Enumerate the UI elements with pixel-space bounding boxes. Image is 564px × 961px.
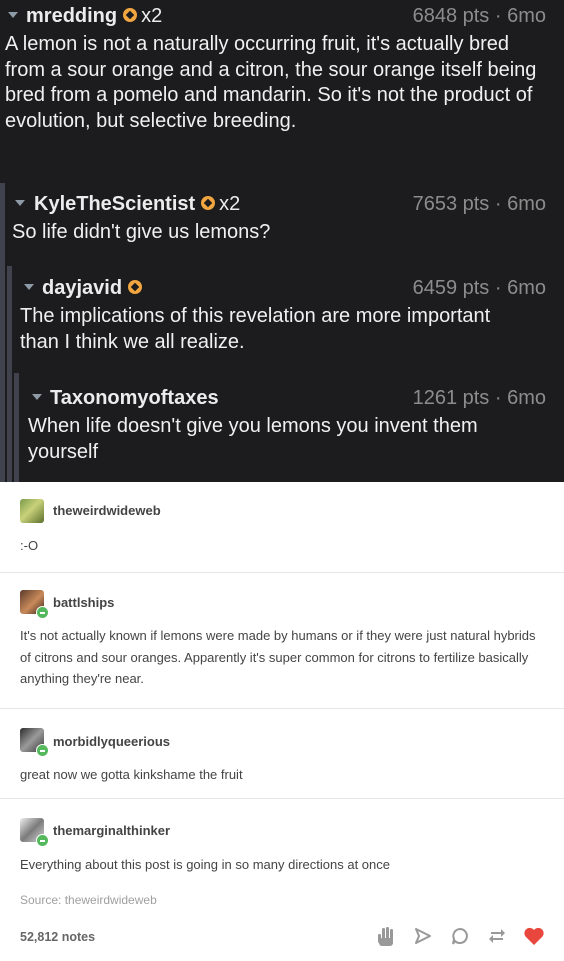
gilded-multiplier: x2 [141, 5, 163, 27]
collapse-caret-icon[interactable] [24, 284, 34, 290]
collapse-caret-icon[interactable] [32, 394, 42, 400]
collapse-caret-icon[interactable] [15, 200, 25, 206]
comment-meta: 6459 pts · 6mo [412, 277, 546, 299]
post-action-bar [374, 925, 546, 947]
reblog-entry: theweirdwideweb :-O [0, 482, 564, 572]
comment-icon[interactable] [448, 925, 472, 947]
comment-body: When life doesn't give you lemons you in… [28, 415, 478, 463]
comment-body: The implications of this revelation are … [20, 305, 491, 353]
comment-username[interactable]: mredding [26, 5, 117, 27]
send-icon[interactable] [411, 925, 435, 947]
reddit-comment-thread: mredding x2 6848 pts · 6mo A lemon is not… [0, 0, 564, 482]
reddit-comment: KyleTheScientist x2 7653 pts · 6mo So lif… [0, 190, 564, 246]
gold-badge-icon [128, 279, 143, 294]
reblog-entry: battlships It's not actually known if le… [0, 572, 564, 709]
avatar[interactable] [20, 499, 44, 523]
comment-body: So life didn't give us lemons? [12, 221, 271, 243]
comment-meta: 1261 pts · 6mo [412, 387, 546, 409]
reblog-entry: morbidlyqueerious great now we gotta kin… [0, 708, 564, 799]
reddit-comment: mredding x2 6848 pts · 6mo A lemon is not… [0, 2, 564, 134]
reblog-text: great now we gotta kinkshame the fruit [20, 767, 243, 782]
follow-badge-icon[interactable] [36, 834, 49, 847]
comment-body: A lemon is not a naturally occurring fru… [5, 33, 537, 132]
reblog-text: It's not actually known if lemons were m… [20, 628, 536, 686]
reddit-comment: Taxonomyoftaxes 1261 pts · 6mo When life… [0, 384, 564, 465]
comment-meta: 7653 pts · 6mo [412, 193, 546, 215]
reblog-username[interactable]: themarginalthinker [53, 823, 170, 838]
follow-badge-icon[interactable] [36, 606, 49, 619]
reblog-username[interactable]: battlships [53, 595, 114, 610]
comment-username[interactable]: dayjavid [42, 277, 122, 299]
reblog-text: :-O [20, 538, 39, 553]
hand-icon[interactable] [374, 925, 398, 947]
gold-badge-icon [201, 195, 216, 210]
heart-icon[interactable] [522, 925, 546, 947]
notes-count[interactable]: 52,812 notes [20, 930, 95, 944]
tumblr-reblog-chain: theweirdwideweb :-O battlships It's not … [0, 482, 564, 960]
gold-badge-icon [123, 7, 138, 22]
comment-username[interactable]: KyleTheScientist [34, 193, 195, 215]
reblog-username[interactable]: morbidlyqueerious [53, 734, 170, 749]
comment-username[interactable]: Taxonomyoftaxes [50, 387, 219, 410]
reddit-comment: dayjavid 6459 pts · 6mo The implications… [0, 274, 564, 355]
comment-meta: 6848 pts · 6mo [412, 5, 546, 27]
reblog-text: Everything about this post is going in s… [20, 857, 390, 872]
collapse-caret-icon[interactable] [8, 12, 18, 18]
reblog-username[interactable]: theweirdwideweb [53, 503, 161, 518]
follow-badge-icon[interactable] [36, 744, 49, 757]
source-link[interactable]: Source: theweirdwideweb [20, 893, 157, 907]
reblog-icon[interactable] [485, 925, 509, 947]
gilded-multiplier: x2 [219, 193, 241, 215]
